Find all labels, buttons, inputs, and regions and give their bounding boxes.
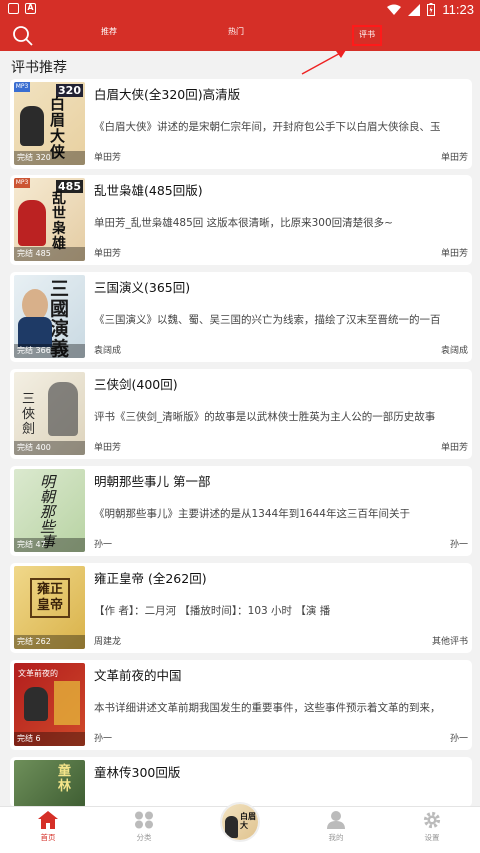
nav-mine[interactable]: 我的 bbox=[306, 811, 366, 843]
clock: 11:23 bbox=[442, 2, 474, 17]
book-narrator: 单田芳 bbox=[440, 249, 468, 259]
book-title: 三侠剑(400回) bbox=[94, 377, 178, 392]
nav-mine-label: 我的 bbox=[328, 833, 344, 842]
user-icon bbox=[327, 811, 345, 829]
book-cover[interactable]: 雍正皇帝 完结 262 bbox=[14, 566, 85, 649]
book-card[interactable]: 童林 童林传300回版 bbox=[10, 757, 472, 807]
nav-category-label: 分类 bbox=[136, 833, 152, 842]
book-description: 【作 者】：二月河 【播放时间】：103 小时 【演 播 bbox=[94, 605, 331, 617]
episode-count: 完结 47 bbox=[14, 538, 85, 552]
episode-count: 完结 320 bbox=[14, 151, 85, 165]
episode-count: 完结 6 bbox=[14, 732, 85, 746]
tab-popular[interactable]: 热门 bbox=[228, 26, 244, 38]
app-notification-icon: A bbox=[25, 3, 36, 14]
book-author: 袁阔成 bbox=[94, 346, 122, 356]
book-description: 《三国演义》以魏、蜀、吴三国的兴亡为线索，描绘了汉末至晋统一的一百 bbox=[94, 314, 441, 326]
search-icon[interactable] bbox=[12, 25, 34, 47]
episode-count: 完结 366 bbox=[14, 344, 85, 358]
section-title: 评书推荐 bbox=[11, 60, 67, 76]
nav-settings-label: 设置 bbox=[424, 833, 440, 842]
book-cover[interactable]: 文革前夜的 完结 6 bbox=[14, 663, 85, 746]
book-author: 周建龙 bbox=[94, 637, 122, 647]
book-description: 评书《三侠剑_清晰版》的故事是以武林侠士胜英为主人公的一部历史故事 bbox=[94, 411, 436, 423]
nav-home-label: 首页 bbox=[40, 833, 56, 842]
episode-count: 完结 262 bbox=[14, 635, 85, 649]
now-playing-disc[interactable]: 白眉大 bbox=[220, 802, 260, 842]
book-author: 孙一 bbox=[94, 734, 113, 744]
episode-count: 完结 400 bbox=[14, 441, 85, 455]
wifi-icon bbox=[387, 4, 402, 15]
book-narrator: 其他评书 bbox=[431, 637, 468, 647]
cover-title: 雍正皇帝 bbox=[30, 578, 70, 618]
nav-home[interactable]: 首页 bbox=[18, 811, 78, 843]
book-cover[interactable]: 三俠劍 完结 400 bbox=[14, 372, 85, 455]
nav-settings[interactable]: 设置 bbox=[402, 811, 462, 843]
book-cover[interactable]: MP3 320 白眉大侠 完结 320 bbox=[14, 82, 85, 165]
battery-icon bbox=[427, 3, 436, 16]
tab-pingshu[interactable]: 评书 bbox=[352, 25, 382, 46]
book-author: 单田芳 bbox=[94, 153, 122, 163]
book-card[interactable]: MP3 320 白眉大侠 完结 320 白眉大侠(全320回)高清版 《白眉大侠… bbox=[10, 79, 472, 169]
book-title: 童林传300回版 bbox=[94, 765, 181, 780]
book-title: 明朝那些事儿 第一部 bbox=[94, 474, 211, 489]
book-narrator: 单田芳 bbox=[440, 443, 468, 453]
book-author: 单田芳 bbox=[94, 249, 122, 259]
book-description: 本书详细讲述文革前期我国发生的重要事件，这些事件预示着文革的到来， bbox=[94, 702, 441, 714]
annotation-arrow bbox=[301, 50, 346, 75]
book-title: 三国演义(365回) bbox=[94, 280, 191, 295]
book-cover[interactable]: 童林 bbox=[14, 760, 85, 807]
book-description: 《明朝那些事儿》主要讲述的是从1344年到1644年这三百年间关于 bbox=[94, 508, 410, 520]
status-bar: A 11:23 bbox=[0, 0, 480, 20]
book-card[interactable]: 文革前夜的 完结 6 文革前夜的中国 本书详细讲述文革前期我国发生的重要事件，这… bbox=[10, 660, 472, 750]
book-author: 孙一 bbox=[94, 540, 113, 550]
book-cover[interactable]: 明朝那些事 完结 47 bbox=[14, 469, 85, 552]
book-card[interactable]: MP3 485 乱世枭雄 完结 485 乱世枭雄(485回版) 单田芳_乱世枭雄… bbox=[10, 175, 472, 265]
notification-icon bbox=[8, 3, 19, 14]
book-card[interactable]: 雍正皇帝 完结 262 雍正皇帝 (全262回) 【作 者】：二月河 【播放时间… bbox=[10, 563, 472, 653]
cover-title: 乱世枭雄 bbox=[52, 191, 66, 252]
disc-cover-title: 白眉大 bbox=[240, 811, 256, 830]
book-card[interactable]: 三俠劍 完结 400 三侠剑(400回) 评书《三侠剑_清晰版》的故事是以武林侠… bbox=[10, 369, 472, 459]
cover-title: 童林 bbox=[58, 764, 72, 794]
book-title: 雍正皇帝 (全262回) bbox=[94, 571, 207, 586]
book-title: 乱世枭雄(485回版) bbox=[94, 183, 203, 198]
nav-category[interactable]: 分类 bbox=[114, 811, 174, 843]
book-narrator: 单田芳 bbox=[440, 153, 468, 163]
book-narrator: 孙一 bbox=[449, 540, 468, 550]
home-icon bbox=[38, 811, 58, 829]
book-title: 文革前夜的中国 bbox=[94, 668, 182, 683]
cover-title: 三俠劍 bbox=[22, 392, 36, 437]
book-title: 白眉大侠(全320回)高清版 bbox=[94, 87, 241, 102]
book-description: 《白眉大侠》讲述的是宋朝仁宗年间，开封府包公手下以白眉大侠徐良、玉 bbox=[94, 121, 441, 133]
book-author: 单田芳 bbox=[94, 443, 122, 453]
book-cover[interactable]: 三國演義 完结 366 bbox=[14, 275, 85, 358]
category-icon bbox=[135, 811, 153, 829]
signal-icon bbox=[408, 3, 421, 16]
book-description: 单田芳_乱世枭雄485回 这版本很清晰，比原来300回清楚很多~ bbox=[94, 217, 393, 229]
top-header: 推荐 热门 bbox=[0, 20, 480, 51]
gear-icon bbox=[423, 811, 441, 829]
tab-recommend[interactable]: 推荐 bbox=[101, 26, 117, 38]
episode-count: 完结 485 bbox=[14, 247, 85, 261]
book-narrator: 孙一 bbox=[449, 734, 468, 744]
book-narrator: 袁阔成 bbox=[440, 346, 468, 356]
cover-title: 文革前夜的 bbox=[18, 669, 58, 678]
book-card[interactable]: 三國演義 完结 366 三国演义(365回) 《三国演义》以魏、蜀、吴三国的兴亡… bbox=[10, 272, 472, 362]
book-card[interactable]: 明朝那些事 完结 47 明朝那些事儿 第一部 《明朝那些事儿》主要讲述的是从13… bbox=[10, 466, 472, 556]
book-cover[interactable]: MP3 485 乱世枭雄 完结 485 bbox=[14, 178, 85, 261]
